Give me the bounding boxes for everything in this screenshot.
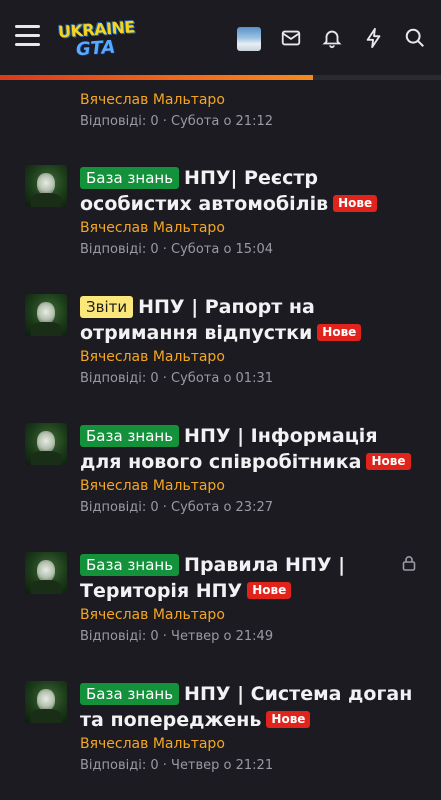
thread-meta: Відповіді: 0 · Субота о 21:12 [80, 114, 273, 129]
thread-prefix[interactable]: База знань [80, 554, 180, 576]
bolt-icon[interactable] [363, 27, 385, 49]
new-badge: Нове [266, 711, 311, 728]
thread-author[interactable]: Вячеслав Мальтаро [80, 735, 225, 753]
thread-author[interactable]: Вячеслав Мальтаро [80, 91, 225, 109]
thread-author[interactable]: Вячеслав Мальтаро [80, 219, 225, 237]
search-icon[interactable] [404, 27, 426, 49]
thread-author[interactable]: Вячеслав Мальтаро [80, 477, 225, 495]
logo-text-bottom: GTA [75, 36, 116, 61]
thread-author-avatar[interactable] [25, 681, 67, 723]
thread-prefix[interactable]: База знань [80, 683, 180, 705]
thread-author-avatar[interactable] [25, 165, 67, 207]
progress-fill [0, 75, 314, 80]
thread-title[interactable]: База знань НПУ| Реєстр особистих автомобі… [80, 165, 425, 217]
thread-author[interactable]: Вячеслав Мальтаро [80, 348, 225, 366]
thread-title[interactable]: База знань НПУ | Система доган та поперед… [80, 681, 425, 733]
thread-prefix[interactable]: База знань [80, 167, 180, 189]
lock-icon [402, 556, 416, 571]
mail-icon[interactable] [280, 27, 302, 49]
thread-author-avatar[interactable] [25, 552, 67, 594]
new-badge: Нове [333, 195, 378, 212]
thread-author[interactable]: Вячеслав Мальтаро [80, 606, 225, 624]
thread-author-avatar[interactable] [25, 294, 67, 336]
new-badge: Нове [317, 324, 362, 341]
thread-meta: Відповіді: 0 · Четвер о 21:21 [80, 758, 274, 773]
thread-prefix[interactable]: Звіти [80, 296, 134, 318]
thread-prefix[interactable]: База знань [80, 425, 180, 447]
progress-bar [0, 75, 441, 80]
bell-icon[interactable] [321, 27, 343, 49]
thread-title[interactable]: Звіти НПУ | Рапорт на отримання відпустки… [80, 294, 425, 346]
thread-author-avatar[interactable] [25, 423, 67, 465]
user-avatar[interactable] [237, 27, 261, 51]
new-badge: Нове [247, 582, 292, 599]
top-navigation-bar: UKRAINE GTA [0, 0, 441, 76]
menu-icon[interactable] [15, 25, 40, 47]
thread-title[interactable]: База знань НПУ | Інформація для нового сп… [80, 423, 425, 475]
thread-meta: Відповіді: 0 · Четвер о 21:49 [80, 629, 274, 644]
thread-meta: Відповіді: 0 · Субота о 23:27 [80, 500, 273, 515]
new-badge: Нове [366, 453, 411, 470]
thread-meta: Відповіді: 0 · Субота о 15:04 [80, 242, 273, 257]
thread-title[interactable]: База знань Правила НПУ | Територія НПУ Нов… [80, 552, 380, 604]
thread-meta: Відповіді: 0 · Субота о 01:31 [80, 371, 273, 386]
site-logo[interactable]: UKRAINE GTA [57, 17, 135, 61]
